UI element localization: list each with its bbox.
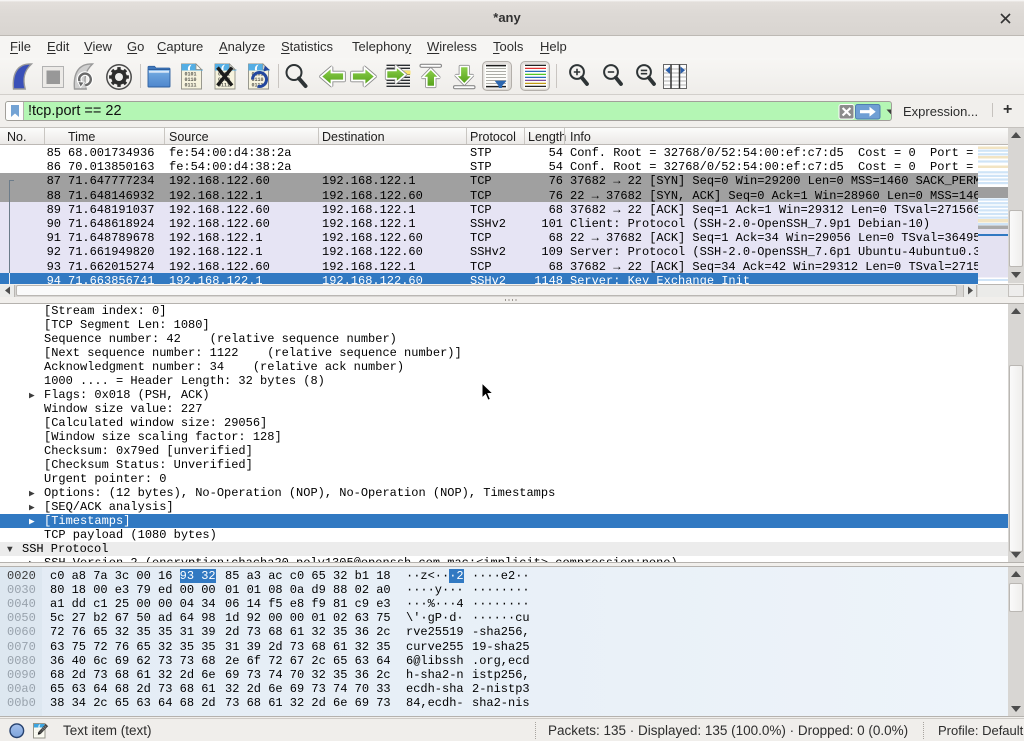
svg-text:0111: 0111	[185, 83, 197, 89]
